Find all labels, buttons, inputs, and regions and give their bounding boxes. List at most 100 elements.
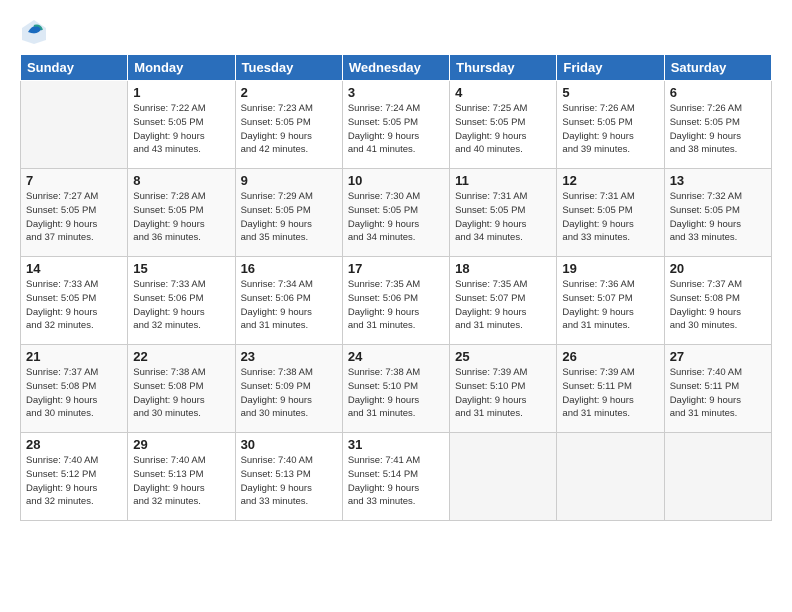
calendar-cell: 6 Sunrise: 7:26 AM Sunset: 5:05 PM Daylig… [664,81,771,169]
day-number: 9 [241,173,337,188]
calendar-cell: 10 Sunrise: 7:30 AM Sunset: 5:05 PM Dayli… [342,169,449,257]
calendar-cell: 18 Sunrise: 7:35 AM Sunset: 5:07 PM Dayli… [450,257,557,345]
calendar-cell: 27 Sunrise: 7:40 AM Sunset: 5:11 PM Dayli… [664,345,771,433]
calendar-cell [450,433,557,521]
calendar-table: SundayMondayTuesdayWednesdayThursdayFrid… [20,54,772,521]
day-number: 30 [241,437,337,452]
day-number: 22 [133,349,229,364]
weekday-header: Friday [557,55,664,81]
calendar-cell: 12Sunrise: 7:31 AM Sunset: 5:05 PM Dayli… [557,169,664,257]
day-number: 18 [455,261,551,276]
day-info: Sunrise: 7:40 AM Sunset: 5:13 PM Dayligh… [133,454,229,509]
header [20,18,772,46]
day-number: 2 [241,85,337,100]
day-number: 10 [348,173,444,188]
day-info: Sunrise: 7:35 AM Sunset: 5:07 PM Dayligh… [455,278,551,333]
day-number: 23 [241,349,337,364]
calendar-cell: 23 Sunrise: 7:38 AM Sunset: 5:09 PM Dayli… [235,345,342,433]
calendar-cell: 22 Sunrise: 7:38 AM Sunset: 5:08 PM Dayli… [128,345,235,433]
weekday-header: Saturday [664,55,771,81]
day-number: 25 [455,349,551,364]
calendar-cell: 4 Sunrise: 7:25 AM Sunset: 5:05 PM Daylig… [450,81,557,169]
day-number: 3 [348,85,444,100]
calendar-row: 21Sunrise: 7:37 AM Sunset: 5:08 PM Dayli… [21,345,772,433]
day-number: 6 [670,85,766,100]
day-number: 20 [670,261,766,276]
calendar-cell: 31 Sunrise: 7:41 AM Sunset: 5:14 PM Dayli… [342,433,449,521]
day-number: 8 [133,173,229,188]
day-info: Sunrise: 7:38 AM Sunset: 5:08 PM Dayligh… [133,366,229,421]
weekday-header: Thursday [450,55,557,81]
day-number: 19 [562,261,658,276]
day-info: Sunrise: 7:37 AM Sunset: 5:08 PM Dayligh… [670,278,766,333]
day-info: Sunrise: 7:40 AM Sunset: 5:12 PM Dayligh… [26,454,122,509]
calendar-cell: 2 Sunrise: 7:23 AM Sunset: 5:05 PM Daylig… [235,81,342,169]
calendar-cell: 1 Sunrise: 7:22 AM Sunset: 5:05 PM Daylig… [128,81,235,169]
day-info: Sunrise: 7:38 AM Sunset: 5:09 PM Dayligh… [241,366,337,421]
day-info: Sunrise: 7:30 AM Sunset: 5:05 PM Dayligh… [348,190,444,245]
calendar-cell [664,433,771,521]
weekday-header: Monday [128,55,235,81]
calendar-cell: 29 Sunrise: 7:40 AM Sunset: 5:13 PM Dayli… [128,433,235,521]
day-info: Sunrise: 7:35 AM Sunset: 5:06 PM Dayligh… [348,278,444,333]
calendar-cell: 20 Sunrise: 7:37 AM Sunset: 5:08 PM Dayli… [664,257,771,345]
calendar-cell: 11Sunrise: 7:31 AM Sunset: 5:05 PM Dayli… [450,169,557,257]
day-number: 13 [670,173,766,188]
day-number: 1 [133,85,229,100]
calendar-cell: 21Sunrise: 7:37 AM Sunset: 5:08 PM Dayli… [21,345,128,433]
calendar-row: 14 Sunrise: 7:33 AM Sunset: 5:05 PM Dayli… [21,257,772,345]
day-info: Sunrise: 7:38 AM Sunset: 5:10 PM Dayligh… [348,366,444,421]
weekday-header: Tuesday [235,55,342,81]
calendar-cell: 9 Sunrise: 7:29 AM Sunset: 5:05 PM Daylig… [235,169,342,257]
calendar-cell: 3 Sunrise: 7:24 AM Sunset: 5:05 PM Daylig… [342,81,449,169]
day-number: 7 [26,173,122,188]
page: SundayMondayTuesdayWednesdayThursdayFrid… [0,0,792,612]
calendar-cell [557,433,664,521]
day-number: 31 [348,437,444,452]
day-info: Sunrise: 7:25 AM Sunset: 5:05 PM Dayligh… [455,102,551,157]
day-info: Sunrise: 7:41 AM Sunset: 5:14 PM Dayligh… [348,454,444,509]
day-number: 15 [133,261,229,276]
weekday-header: Sunday [21,55,128,81]
day-info: Sunrise: 7:40 AM Sunset: 5:11 PM Dayligh… [670,366,766,421]
day-number: 24 [348,349,444,364]
day-info: Sunrise: 7:33 AM Sunset: 5:05 PM Dayligh… [26,278,122,333]
calendar-cell: 19Sunrise: 7:36 AM Sunset: 5:07 PM Dayli… [557,257,664,345]
day-number: 28 [26,437,122,452]
day-number: 26 [562,349,658,364]
day-info: Sunrise: 7:34 AM Sunset: 5:06 PM Dayligh… [241,278,337,333]
day-info: Sunrise: 7:26 AM Sunset: 5:05 PM Dayligh… [670,102,766,157]
weekday-header: Wednesday [342,55,449,81]
day-info: Sunrise: 7:29 AM Sunset: 5:05 PM Dayligh… [241,190,337,245]
day-number: 5 [562,85,658,100]
day-number: 12 [562,173,658,188]
day-info: Sunrise: 7:24 AM Sunset: 5:05 PM Dayligh… [348,102,444,157]
calendar-cell: 24 Sunrise: 7:38 AM Sunset: 5:10 PM Dayli… [342,345,449,433]
calendar-cell: 15 Sunrise: 7:33 AM Sunset: 5:06 PM Dayli… [128,257,235,345]
day-info: Sunrise: 7:39 AM Sunset: 5:10 PM Dayligh… [455,366,551,421]
day-info: Sunrise: 7:39 AM Sunset: 5:11 PM Dayligh… [562,366,658,421]
day-info: Sunrise: 7:33 AM Sunset: 5:06 PM Dayligh… [133,278,229,333]
calendar-row: 1 Sunrise: 7:22 AM Sunset: 5:05 PM Daylig… [21,81,772,169]
day-number: 27 [670,349,766,364]
calendar-cell: 28 Sunrise: 7:40 AM Sunset: 5:12 PM Dayli… [21,433,128,521]
day-info: Sunrise: 7:22 AM Sunset: 5:05 PM Dayligh… [133,102,229,157]
day-info: Sunrise: 7:26 AM Sunset: 5:05 PM Dayligh… [562,102,658,157]
header-row: SundayMondayTuesdayWednesdayThursdayFrid… [21,55,772,81]
day-info: Sunrise: 7:32 AM Sunset: 5:05 PM Dayligh… [670,190,766,245]
calendar-cell [21,81,128,169]
day-number: 14 [26,261,122,276]
day-number: 4 [455,85,551,100]
day-info: Sunrise: 7:23 AM Sunset: 5:05 PM Dayligh… [241,102,337,157]
day-number: 29 [133,437,229,452]
day-number: 11 [455,173,551,188]
day-number: 16 [241,261,337,276]
calendar-cell: 13 Sunrise: 7:32 AM Sunset: 5:05 PM Dayli… [664,169,771,257]
logo [20,18,52,46]
logo-icon [20,18,48,46]
day-number: 21 [26,349,122,364]
calendar-row: 28 Sunrise: 7:40 AM Sunset: 5:12 PM Dayli… [21,433,772,521]
calendar-cell: 14 Sunrise: 7:33 AM Sunset: 5:05 PM Dayli… [21,257,128,345]
day-info: Sunrise: 7:28 AM Sunset: 5:05 PM Dayligh… [133,190,229,245]
calendar-cell: 7Sunrise: 7:27 AM Sunset: 5:05 PM Daylig… [21,169,128,257]
